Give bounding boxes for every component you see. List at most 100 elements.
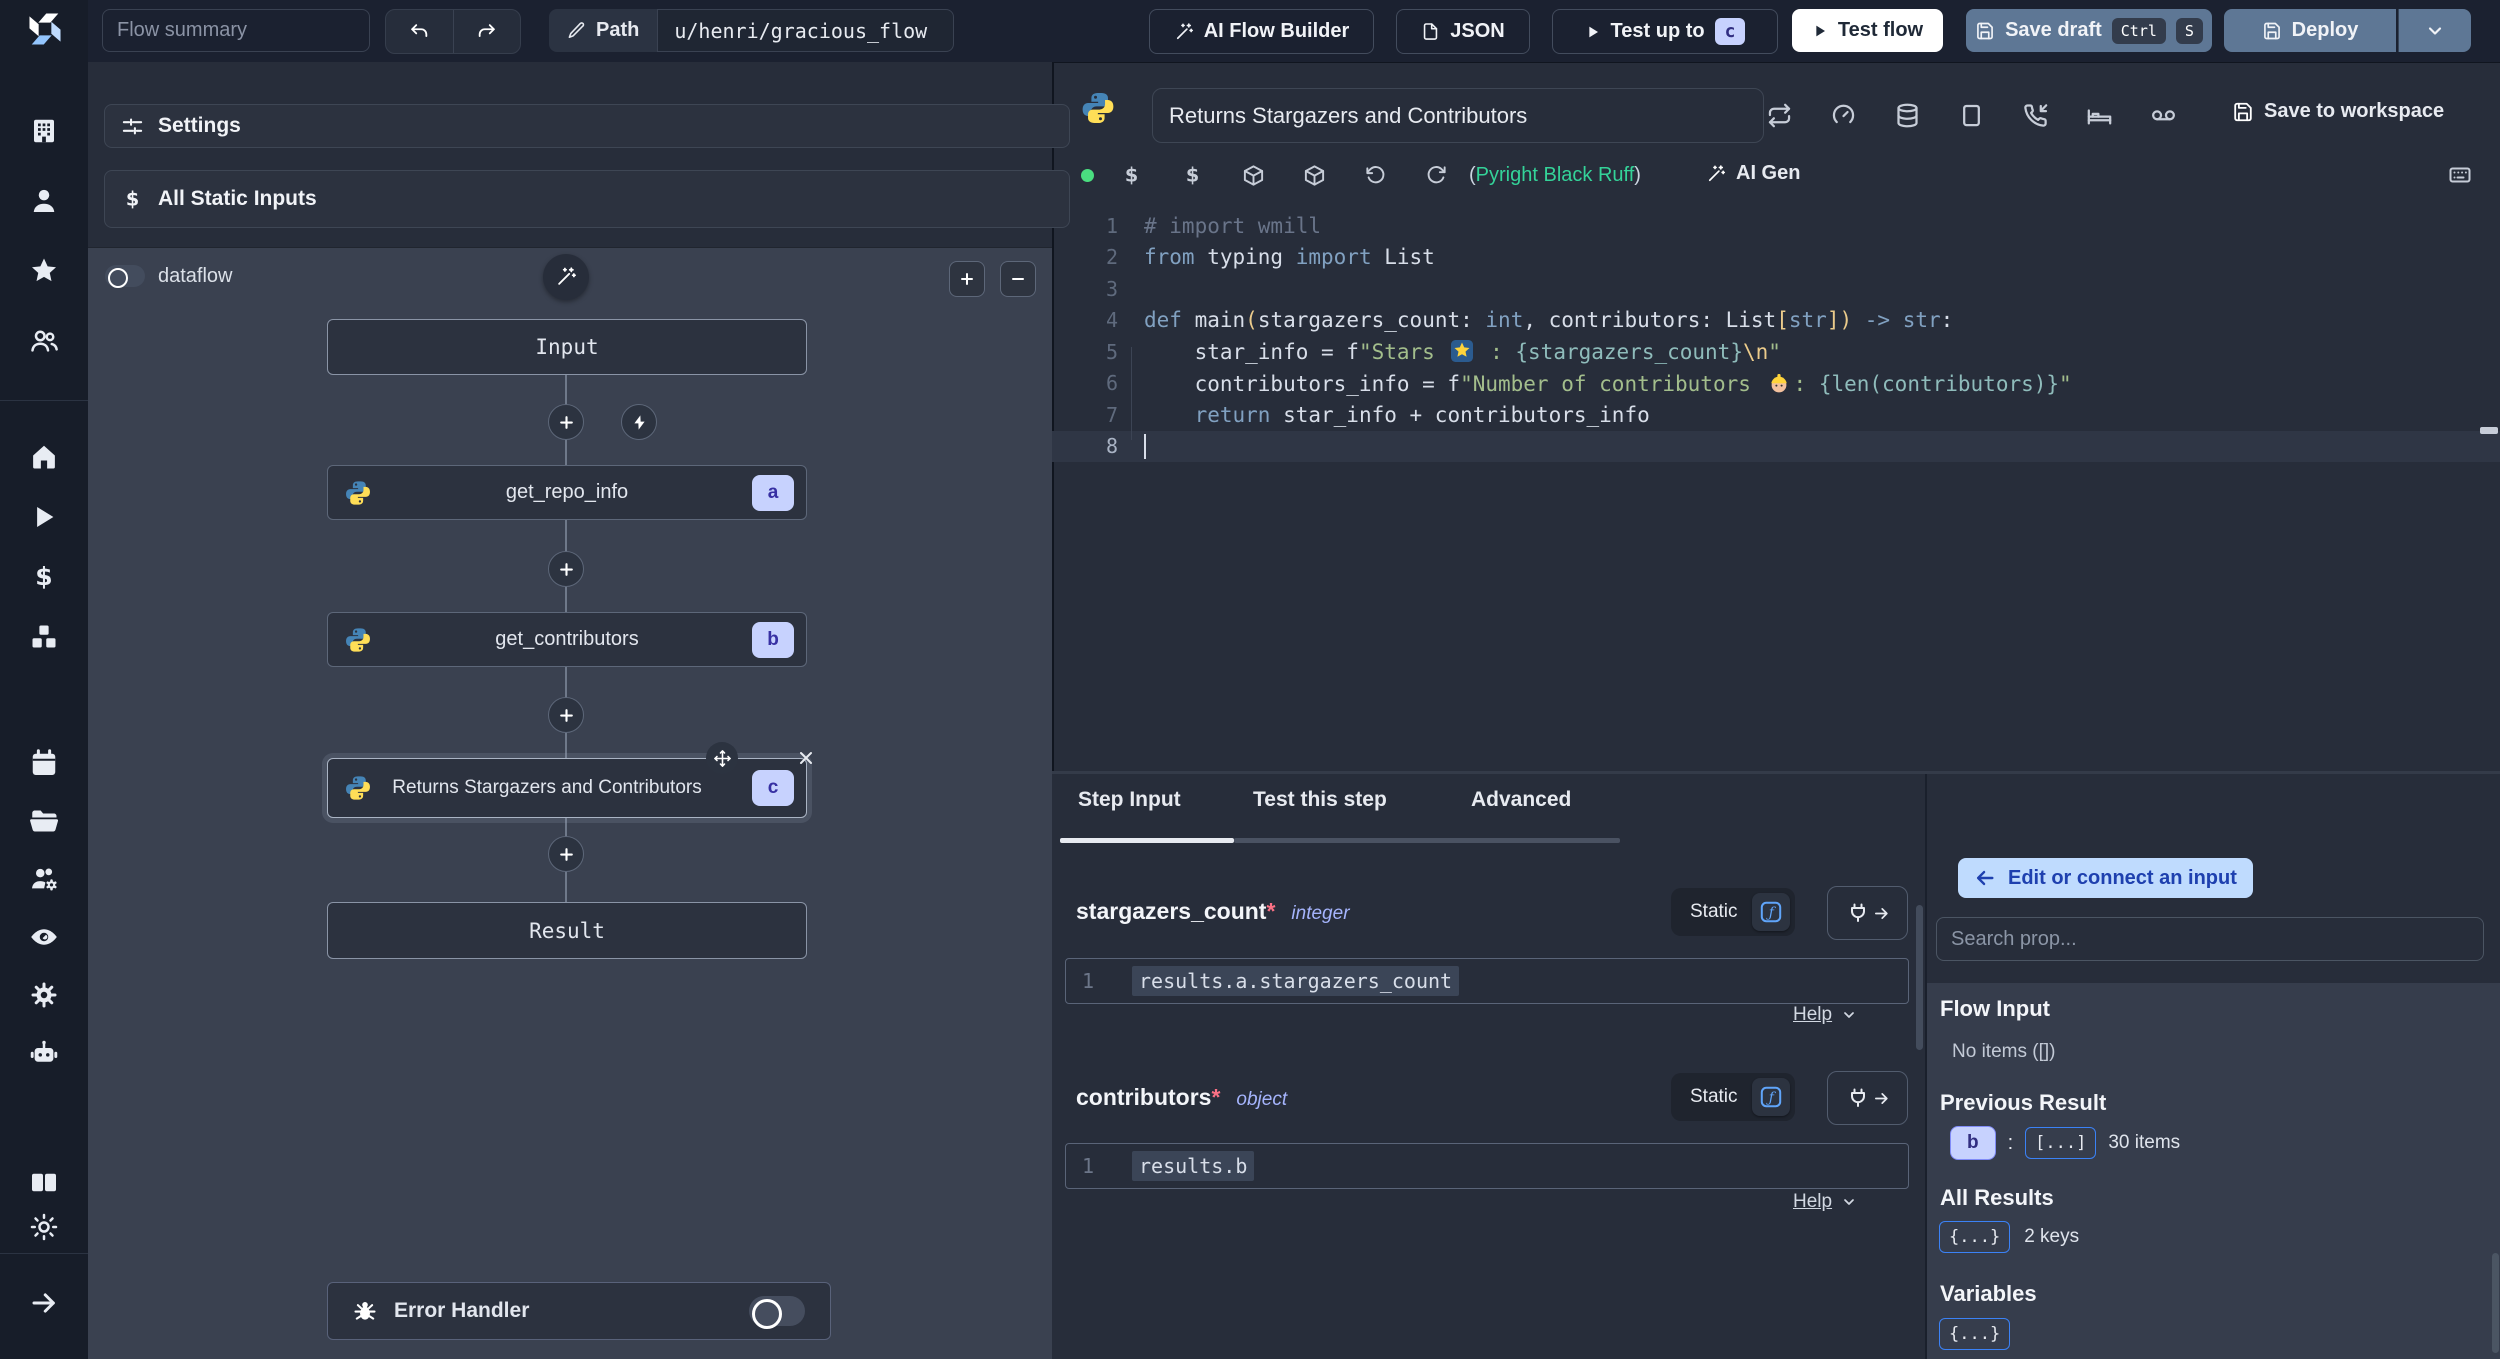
voicemail-icon[interactable] <box>2150 102 2177 129</box>
sun-icon[interactable] <box>29 1212 59 1242</box>
boxes-icon[interactable] <box>29 622 59 652</box>
help-link[interactable]: Help <box>1793 1004 1857 1026</box>
flow-node-step-a[interactable]: get_repo_info a <box>327 465 807 520</box>
ai-flow-builder-button[interactable]: AI Flow Builder <box>1149 9 1374 54</box>
move-node-handle[interactable] <box>706 742 738 774</box>
save-to-workspace-button[interactable]: Save to workspace <box>2232 100 2444 123</box>
dollar-icon[interactable]: $ <box>29 562 59 592</box>
all-static-inputs-button[interactable]: $ All Static Inputs <box>104 170 1070 228</box>
square-icon[interactable] <box>1958 102 1985 129</box>
users-icon[interactable] <box>29 326 59 356</box>
user-icon[interactable] <box>29 186 59 216</box>
help-link[interactable]: Help <box>1793 1191 1857 1213</box>
ai-gen-button[interactable]: AI Gen <box>1706 162 1800 185</box>
gauge-icon[interactable] <box>1830 102 1857 129</box>
expr-editor-stargazers[interactable]: 1 results.a.stargazers_count <box>1065 958 1909 1004</box>
step-title-input[interactable]: Returns Stargazers and Contributors <box>1152 88 1764 143</box>
deploy-dropdown-button[interactable] <box>2398 9 2471 52</box>
building-icon[interactable] <box>29 116 59 146</box>
tab-step-input[interactable]: Step Input <box>1078 788 1181 812</box>
code-line[interactable]: 6 contributors_info = f"Number of contri… <box>1052 368 2500 400</box>
function-mode-segment[interactable]: ƒ <box>1751 893 1790 931</box>
play-icon[interactable] <box>29 502 59 532</box>
zoom-in-button[interactable] <box>949 261 985 297</box>
flow-settings-button[interactable]: Settings <box>104 104 1070 148</box>
tab-test-this-step[interactable]: Test this step <box>1253 788 1387 812</box>
flow-summary-input[interactable]: Flow summary <box>102 9 370 52</box>
test-up-to-button[interactable]: Test up to c <box>1552 9 1778 54</box>
rotate-ccw-icon[interactable] <box>1364 164 1387 187</box>
test-flow-button[interactable]: Test flow <box>1792 9 1943 52</box>
code-line[interactable]: 4 def main(stargazers_count: int, contrib… <box>1052 305 2500 337</box>
add-step-button[interactable] <box>548 551 584 587</box>
function-mode-segment[interactable]: ƒ <box>1751 1078 1790 1116</box>
bed-icon[interactable] <box>2086 102 2113 129</box>
flow-node-step-b[interactable]: get_contributors b <box>327 612 807 667</box>
deploy-button[interactable]: Deploy <box>2224 9 2396 52</box>
package-icon[interactable] <box>1242 164 1265 187</box>
code-line[interactable]: 1 # import wmill <box>1052 210 2500 242</box>
database-icon[interactable] <box>1894 102 1921 129</box>
star-icon[interactable] <box>29 256 59 286</box>
connect-input-button[interactable] <box>1827 1071 1908 1125</box>
error-handler-node[interactable]: Error Handler <box>327 1282 831 1340</box>
scrollbar-thumb[interactable] <box>1916 905 1923 1050</box>
edit-or-connect-button[interactable]: Edit or connect an input <box>1958 858 2253 898</box>
expr-editor-contributors[interactable]: 1 results.b <box>1065 1143 1909 1189</box>
static-fx-toggle[interactable]: Static ƒ <box>1671 1073 1795 1121</box>
tab-advanced[interactable]: Advanced <box>1471 788 1571 812</box>
flow-node-input[interactable]: Input <box>327 319 807 375</box>
object-expand-badge[interactable]: {...} <box>1939 1221 2011 1253</box>
undo-button[interactable] <box>386 10 454 53</box>
trigger-button[interactable] <box>621 404 657 440</box>
keyboard-icon[interactable] <box>2448 163 2472 187</box>
dollar-icon[interactable]: $ <box>1120 164 1143 187</box>
phone-incoming-icon[interactable] <box>2022 102 2049 129</box>
dataflow-toggle[interactable] <box>105 265 145 288</box>
code-line[interactable]: 7 return star_info + contributors_info <box>1052 399 2500 431</box>
path-value-input[interactable]: u/henri/gracious_flow <box>657 9 955 52</box>
connect-input-button[interactable] <box>1827 886 1908 940</box>
error-handler-toggle[interactable] <box>749 1296 805 1329</box>
add-step-button[interactable] <box>548 697 584 733</box>
windmill-logo[interactable] <box>26 10 64 48</box>
users-gear-icon[interactable] <box>29 864 59 894</box>
code-line[interactable]: 5 star_info = f"Stars : {stargazers_coun… <box>1052 336 2500 368</box>
static-fx-toggle[interactable]: Static ƒ <box>1671 888 1795 936</box>
code-editor[interactable]: 1 # import wmill 2 from typing import List 3… <box>1052 210 2500 462</box>
bot-icon[interactable] <box>29 1038 59 1068</box>
add-step-button[interactable] <box>548 836 584 872</box>
eye-icon[interactable] <box>29 922 59 952</box>
add-step-button[interactable] <box>548 404 584 440</box>
lint-status[interactable]: (Pyright Black Ruff) <box>1469 164 1641 187</box>
home-icon[interactable] <box>29 442 59 472</box>
zoom-out-button[interactable] <box>1000 261 1036 297</box>
book-icon[interactable] <box>29 1168 59 1198</box>
save-draft-button[interactable]: Save draft Ctrl S <box>1966 9 2212 52</box>
json-button[interactable]: JSON <box>1396 9 1530 54</box>
dollar-icon[interactable]: $ <box>1181 164 1204 187</box>
arrow-right-icon[interactable] <box>29 1288 59 1318</box>
object-expand-badge[interactable]: {...} <box>1939 1318 2011 1350</box>
package-icon[interactable] <box>1303 164 1326 187</box>
path-edit-button[interactable]: Path <box>549 9 658 52</box>
step-b-badge: b <box>752 621 794 658</box>
redo-button[interactable] <box>454 10 521 53</box>
repeat-icon[interactable] <box>1766 102 1793 129</box>
search-prop-input[interactable] <box>1936 917 2484 961</box>
scrollbar-marker[interactable] <box>2480 427 2498 434</box>
flow-node-result[interactable]: Result <box>327 902 807 959</box>
array-expand-badge[interactable]: [...] <box>2025 1127 2097 1159</box>
flow-summary-placeholder: Flow summary <box>117 19 248 41</box>
scrollbar-thumb[interactable] <box>2492 1253 2499 1353</box>
code-line[interactable]: 3 <box>1052 273 2500 305</box>
code-line[interactable]: 8 <box>1052 430 2500 462</box>
gear-icon[interactable] <box>29 980 59 1010</box>
code-line[interactable]: 2 from typing import List <box>1052 242 2500 274</box>
ai-wand-button[interactable] <box>543 254 589 300</box>
folder-icon[interactable] <box>29 806 59 836</box>
calendar-icon[interactable] <box>29 748 59 778</box>
refresh-icon[interactable] <box>1425 164 1448 187</box>
result-key-badge[interactable]: b <box>1950 1126 1996 1160</box>
close-icon[interactable] <box>796 748 816 768</box>
